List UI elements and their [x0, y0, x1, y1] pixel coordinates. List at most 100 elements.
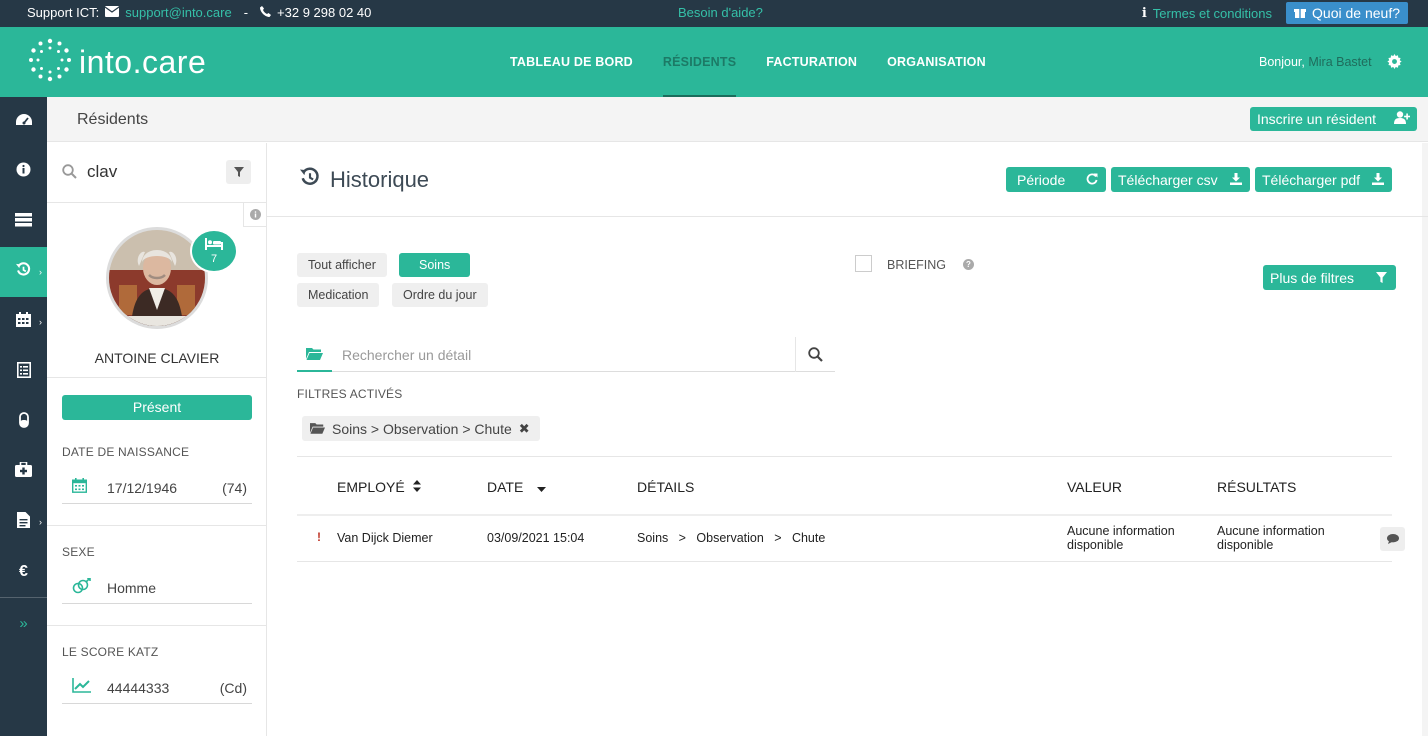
sidebar-files[interactable] — [0, 197, 47, 247]
search-icon — [62, 164, 77, 184]
filter-icon[interactable] — [226, 160, 251, 184]
sidebar-history[interactable]: › — [0, 247, 47, 297]
nav-billing[interactable]: FACTURATION — [751, 27, 872, 97]
gear-icon[interactable] — [1387, 54, 1402, 74]
calendar-icon — [71, 478, 88, 496]
sidebar-info[interactable] — [0, 147, 47, 197]
column-results: RÉSULTATS — [1217, 479, 1297, 495]
greeting-label: Bonjour, — [1259, 55, 1305, 69]
row-details: Soins > Observation > Chute — [637, 531, 826, 545]
whats-new-label: Quoi de neuf? — [1312, 5, 1400, 21]
sub-header: Résidents Inscrire un résident — [47, 97, 1428, 142]
envelope-icon — [104, 5, 120, 20]
resident-info-icon[interactable] — [243, 203, 266, 227]
column-date[interactable]: DATE — [487, 479, 547, 495]
room-badge: 7 — [190, 229, 238, 273]
icon-sidebar: › › › € » — [0, 97, 47, 736]
enroll-label: Inscrire un résident — [1257, 111, 1377, 127]
search-icon[interactable] — [795, 337, 835, 372]
detail-search-input[interactable]: Rechercher un détail — [342, 347, 471, 363]
divider — [297, 561, 1392, 562]
nav-dashboard[interactable]: TABLEAU DE BORD — [495, 27, 648, 97]
info-icon: i — [1141, 5, 1147, 21]
birth-date: 17/12/1946 — [107, 480, 178, 496]
birthdate-row: 17/12/1946 (74) — [62, 474, 252, 504]
sidebar-dashboard[interactable] — [0, 97, 47, 147]
add-user-icon — [1394, 111, 1411, 127]
download-pdf-button[interactable]: Télécharger pdf — [1255, 167, 1392, 192]
sort-icon — [412, 479, 421, 495]
katz-row: 44444333 (Cd) — [62, 674, 252, 704]
sidebar-medication[interactable] — [0, 397, 47, 447]
status-badge: Présent — [62, 395, 252, 420]
support-bar: Support ICT: support@into.care - +32 9 2… — [0, 0, 1428, 27]
sort-down-icon — [537, 479, 547, 495]
scrollbar[interactable] — [1422, 143, 1428, 736]
terms-link[interactable]: Termes et conditions — [1153, 6, 1272, 21]
folder-open-icon — [310, 421, 325, 437]
sidebar-calendar[interactable]: › — [0, 297, 47, 347]
enroll-resident-button[interactable]: Inscrire un résident — [1250, 107, 1418, 131]
document-icon — [17, 511, 30, 533]
nav-residents[interactable]: RÉSIDENTS — [648, 27, 751, 97]
chevron-right-icon: › — [39, 267, 42, 277]
support-contact: Support ICT: support@into.care - +32 9 2… — [27, 5, 371, 20]
logo[interactable]: into.care — [27, 37, 206, 88]
sex-value: Homme — [107, 580, 157, 596]
column-date-label: DATE — [487, 479, 524, 495]
detail-search: Rechercher un détail — [297, 337, 835, 372]
column-employee[interactable]: EMPLOYÉ — [337, 479, 421, 495]
sidebar-expand[interactable]: » — [0, 598, 47, 648]
sidebar-documents[interactable]: › — [0, 497, 47, 547]
divider — [47, 377, 267, 378]
filter-medication[interactable]: Medication — [297, 283, 380, 307]
support-email-link[interactable]: support@into.care — [125, 5, 231, 20]
column-employee-label: EMPLOYÉ — [337, 479, 405, 495]
server-icon — [15, 212, 32, 232]
nav-organisation[interactable]: ORGANISATION — [872, 27, 1001, 97]
period-button[interactable]: Période — [1006, 167, 1106, 192]
chevron-right-icon: › — [39, 317, 42, 327]
medkit-icon — [15, 461, 32, 482]
whats-new-button[interactable]: Quoi de neuf? — [1286, 2, 1408, 24]
download-icon — [1230, 172, 1242, 188]
help-link[interactable]: Besoin d'aide? — [678, 5, 763, 20]
divider — [297, 456, 1392, 457]
resident-search-input[interactable]: clav — [87, 162, 117, 182]
period-label: Période — [1017, 171, 1066, 188]
help-icon[interactable]: ? — [963, 259, 974, 270]
filter-agenda[interactable]: Ordre du jour — [392, 283, 488, 307]
briefing-checkbox[interactable] — [855, 255, 872, 272]
row-value-line2: disponible — [1067, 538, 1124, 552]
calendar-icon — [16, 312, 31, 332]
close-icon[interactable]: ✖ — [519, 421, 530, 437]
sidebar-medical[interactable] — [0, 447, 47, 497]
sex-row: Homme — [62, 574, 252, 604]
user-name: Mira Bastet — [1308, 55, 1372, 69]
filter-show-all[interactable]: Tout afficher — [297, 253, 387, 277]
folder-icon[interactable] — [297, 337, 332, 372]
topbar-right: i Termes et conditions Quoi de neuf? — [1142, 2, 1408, 24]
info-circle-icon — [16, 162, 31, 182]
resident-name: ANTOINE CLAVIER — [94, 350, 220, 366]
euro-icon: € — [19, 563, 28, 580]
row-employee: Van Dijck Diemer — [337, 531, 433, 545]
comment-icon[interactable] — [1380, 527, 1405, 551]
sidebar-billing[interactable]: € — [0, 547, 47, 597]
sidebar-checklist[interactable] — [0, 347, 47, 397]
katz-class: (Cd) — [219, 680, 247, 696]
more-filters-button[interactable]: Plus de filtres — [1263, 265, 1397, 290]
support-phone: +32 9 298 02 40 — [277, 5, 372, 20]
download-csv-button[interactable]: Télécharger csv — [1111, 167, 1250, 192]
age: (74) — [222, 480, 247, 496]
active-filter-text: Soins > Observation > Chute — [332, 420, 512, 437]
chevron-right-icon: › — [39, 517, 42, 527]
active-filter-tag: Soins > Observation > Chute ✖ — [302, 416, 540, 441]
user-greeting[interactable]: Bonjour, Mira Bastet — [1259, 55, 1372, 69]
filter-icon — [1376, 270, 1388, 286]
filter-care[interactable]: Soins — [399, 253, 471, 277]
room-number: 7 — [210, 252, 218, 265]
page-title: Résidents — [77, 111, 149, 128]
download-icon — [1372, 172, 1384, 188]
row-results-line2: disponible — [1217, 538, 1274, 552]
